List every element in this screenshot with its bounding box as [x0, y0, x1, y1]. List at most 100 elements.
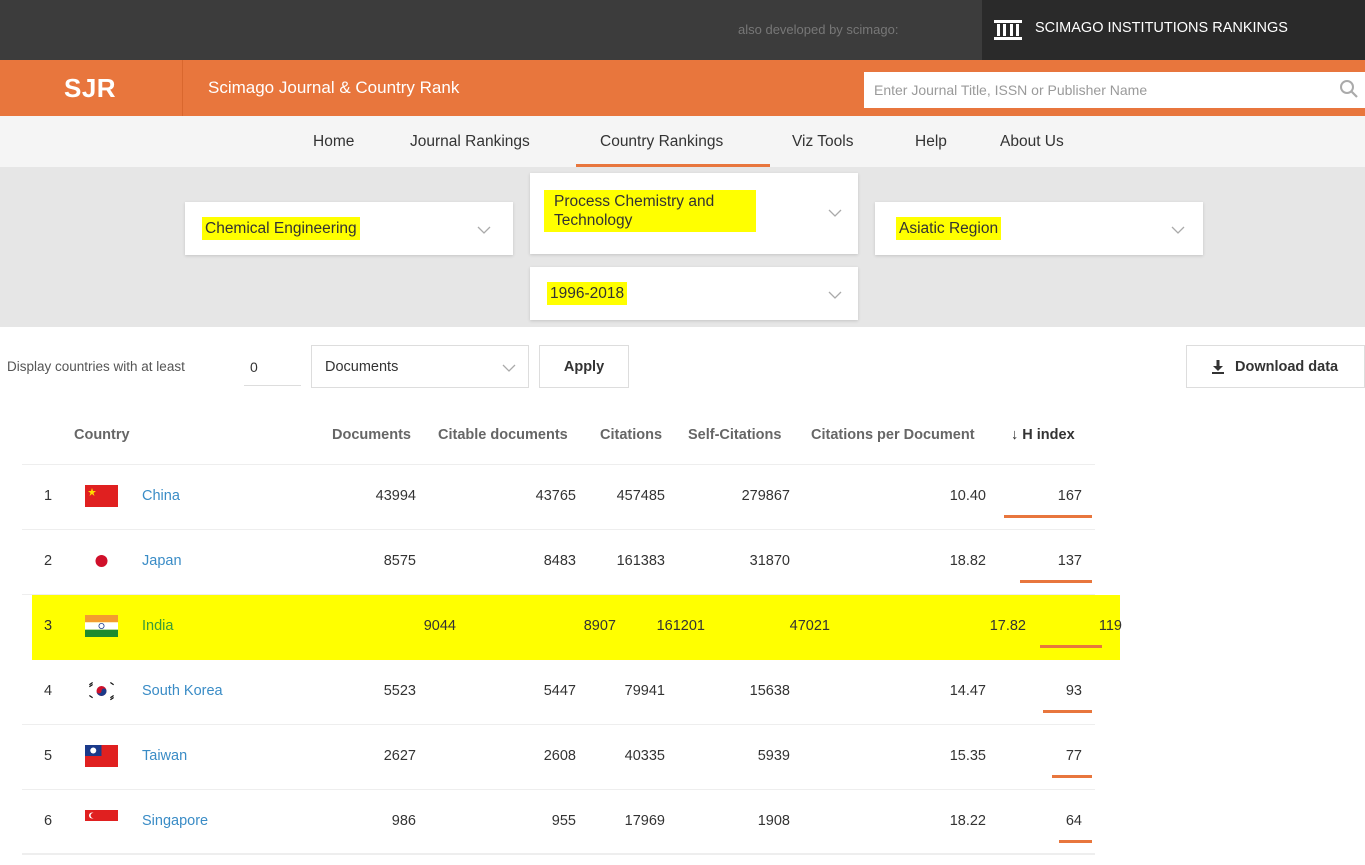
- citable-documents-cell: 955: [551, 813, 576, 829]
- site-header: SJR Scimago Journal & Country Rank: [0, 60, 1365, 116]
- download-data-label: Download data: [1235, 359, 1339, 375]
- download-data-button[interactable]: Download data: [1186, 345, 1365, 388]
- rank-cell: 1: [44, 488, 53, 504]
- column-citations-per-document[interactable]: Citations per Document: [811, 427, 975, 443]
- citable-documents-cell: 43765: [535, 488, 576, 504]
- self-citations-cell: 279867: [741, 488, 790, 504]
- region-value: Asiatic Region: [896, 217, 1002, 240]
- documents-cell: 9044: [423, 618, 456, 634]
- chevron-down-icon: [828, 291, 842, 299]
- country-link[interactable]: Taiwan: [142, 748, 187, 764]
- taiwan-flag-icon: [85, 745, 118, 767]
- india-flag-icon: [85, 615, 118, 637]
- h-index-bar: [1059, 840, 1092, 843]
- year-range-dropdown[interactable]: 1996-2018: [530, 267, 858, 320]
- column-documents[interactable]: Documents: [332, 427, 411, 443]
- rank-cell: 2: [44, 553, 53, 569]
- documents-cell: 43994: [375, 488, 416, 504]
- country-link[interactable]: Japan: [142, 553, 182, 569]
- h-index-cell: 167: [1057, 488, 1082, 504]
- nav-viz-tools[interactable]: Viz Tools: [792, 133, 853, 151]
- japan-flag-icon: [85, 550, 118, 572]
- region-dropdown[interactable]: Asiatic Region: [875, 202, 1203, 255]
- table-row: 6 986 955 17969 1908 18.22 64 Singapore: [22, 790, 1095, 855]
- h-index-cell: 64: [1065, 813, 1082, 829]
- nav-help[interactable]: Help: [915, 133, 947, 151]
- h-index-bar: [1004, 515, 1092, 518]
- citable-documents-cell: 2608: [543, 748, 576, 764]
- citations-cell: 40335: [624, 748, 665, 764]
- subject-category-line1: Process Chemistry and: [554, 193, 715, 210]
- table-header: Country Documents Citable documents Cita…: [22, 405, 1095, 465]
- singapore-flag-icon: [85, 810, 118, 832]
- subject-category-line2: Technology: [554, 212, 633, 229]
- citations-cell: 457485: [616, 488, 665, 504]
- h-index-cell: 137: [1057, 553, 1082, 569]
- subject-category-dropdown[interactable]: Process Chemistry and Technology: [530, 173, 858, 254]
- documents-cell: 5523: [383, 683, 416, 699]
- logo-link[interactable]: SJR: [0, 60, 183, 116]
- h-index-bar: [1020, 580, 1092, 583]
- nav-journal-rankings[interactable]: Journal Rankings: [410, 133, 530, 151]
- metric-select[interactable]: Documents: [311, 345, 529, 388]
- country-link[interactable]: South Korea: [142, 683, 223, 699]
- column-citable-documents[interactable]: Citable documents: [438, 427, 568, 443]
- citable-documents-cell: 8907: [583, 618, 616, 634]
- citations-cell: 161383: [616, 553, 665, 569]
- country-link[interactable]: India: [142, 618, 173, 634]
- documents-cell: 2627: [383, 748, 416, 764]
- sjr-logo: SJR: [64, 73, 117, 103]
- column-self-citations[interactable]: Self-Citations: [688, 427, 781, 443]
- self-citations-cell: 5939: [757, 748, 790, 764]
- rank-cell: 6: [44, 813, 53, 829]
- documents-cell: 986: [391, 813, 416, 829]
- country-link[interactable]: China: [142, 488, 180, 504]
- column-country[interactable]: Country: [74, 427, 130, 443]
- search-box: [864, 72, 1365, 108]
- rank-cell: 3: [44, 618, 53, 634]
- search-icon[interactable]: [1339, 79, 1359, 99]
- table-row: 2 8575 8483 161383 31870 18.82 137 Japan: [22, 530, 1095, 595]
- column-h-index[interactable]: ↓ H index: [1011, 427, 1075, 443]
- h-index-bar: [1040, 645, 1102, 648]
- citations-per-document-cell: 10.40: [949, 488, 986, 504]
- year-range-value: 1996-2018: [547, 282, 628, 305]
- main-nav: Home Journal Rankings Country Rankings V…: [0, 116, 1365, 167]
- chevron-down-icon: [502, 364, 516, 372]
- nav-country-rankings[interactable]: Country Rankings: [600, 133, 723, 151]
- country-link[interactable]: Singapore: [142, 813, 208, 829]
- citations-per-document-cell: 15.35: [949, 748, 986, 764]
- h-index-cell: 93: [1065, 683, 1082, 699]
- site-title[interactable]: Scimago Journal & Country Rank: [208, 78, 459, 98]
- h-index-bar: [1043, 710, 1092, 713]
- subject-area-dropdown[interactable]: Chemical Engineering: [185, 202, 513, 255]
- metric-select-value: Documents: [325, 359, 399, 375]
- column-citations[interactable]: Citations: [600, 427, 662, 443]
- citations-per-document-cell: 18.82: [949, 553, 986, 569]
- citations-per-document-cell: 14.47: [949, 683, 986, 699]
- rank-cell: 4: [44, 683, 53, 699]
- chevron-down-icon: [828, 209, 842, 217]
- search-input[interactable]: [864, 72, 1334, 108]
- self-citations-cell: 1908: [757, 813, 790, 829]
- apply-button[interactable]: Apply: [539, 345, 629, 388]
- nav-home[interactable]: Home: [313, 133, 354, 151]
- nav-about-us[interactable]: About Us: [1000, 133, 1064, 151]
- self-citations-cell: 47021: [789, 618, 830, 634]
- self-citations-cell: 15638: [749, 683, 790, 699]
- rank-cell: 5: [44, 748, 53, 764]
- h-index-cell: 77: [1065, 748, 1082, 764]
- download-icon: [1212, 360, 1224, 374]
- south-korea-flag-icon: [85, 680, 118, 702]
- display-threshold-label: Display countries with at least: [7, 359, 185, 374]
- table-row: [22, 853, 1095, 865]
- institutions-rankings-link[interactable]: SCIMAGO INSTITUTIONS RANKINGS: [982, 0, 1365, 60]
- h-index-cell: 119: [1098, 618, 1122, 634]
- institution-building-icon: [994, 20, 1022, 40]
- documents-cell: 8575: [383, 553, 416, 569]
- citable-documents-cell: 5447: [543, 683, 576, 699]
- min-threshold-input[interactable]: [244, 348, 301, 386]
- chevron-down-icon: [477, 226, 491, 234]
- china-flag-icon: [85, 485, 118, 507]
- institutions-rankings-label: SCIMAGO INSTITUTIONS RANKINGS: [1035, 20, 1288, 36]
